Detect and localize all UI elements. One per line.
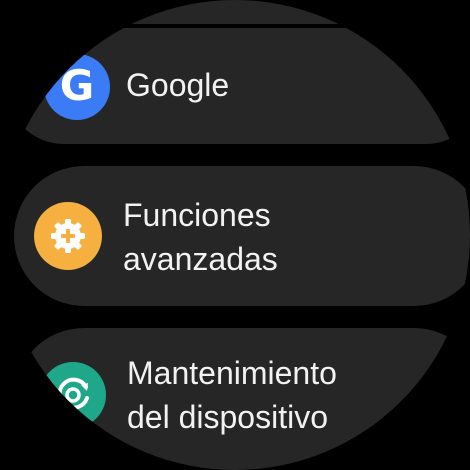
settings-item-previous[interactable] — [40, 0, 460, 24]
google-g-icon: G — [44, 54, 110, 120]
gear-plus-icon — [34, 202, 102, 270]
watch-screen: G Google Funciones avanzadas Mantenimien… — [0, 0, 470, 470]
settings-item-device-maintenance-label: Mantenimiento del dispositivo — [127, 355, 337, 435]
settings-item-advanced-features-label: Funciones avanzadas — [123, 197, 278, 277]
device-care-icon — [40, 362, 106, 428]
settings-item-google-label: Google — [126, 67, 230, 103]
